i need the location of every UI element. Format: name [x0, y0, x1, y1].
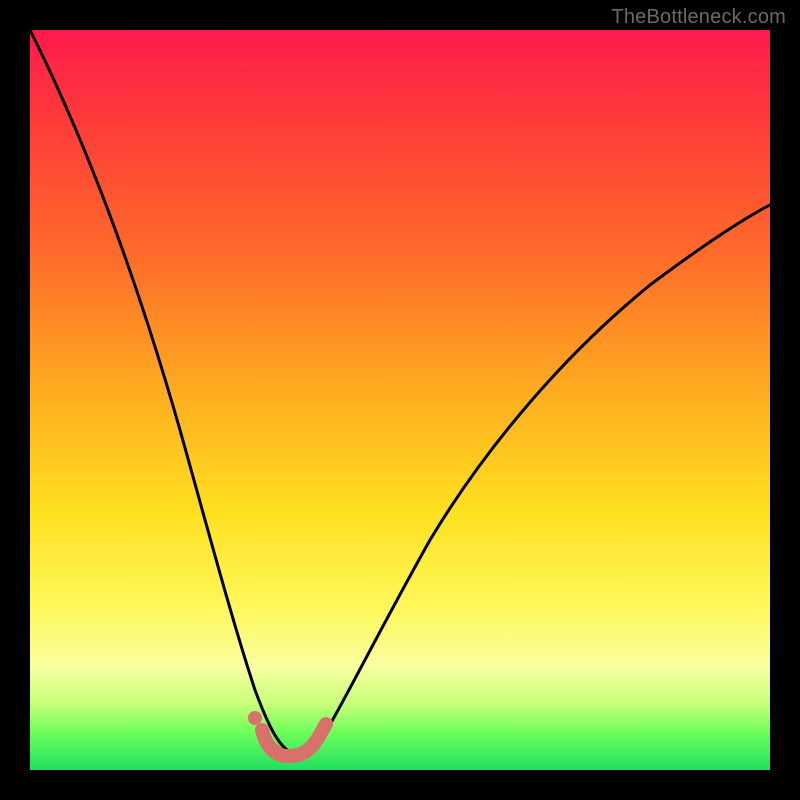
plot-area	[30, 30, 770, 770]
chart-frame: TheBottleneck.com	[0, 0, 800, 800]
trough-dot	[248, 711, 262, 725]
curve-layer	[30, 30, 770, 770]
bottleneck-curve	[30, 30, 770, 754]
watermark-text: TheBottleneck.com	[611, 6, 786, 29]
